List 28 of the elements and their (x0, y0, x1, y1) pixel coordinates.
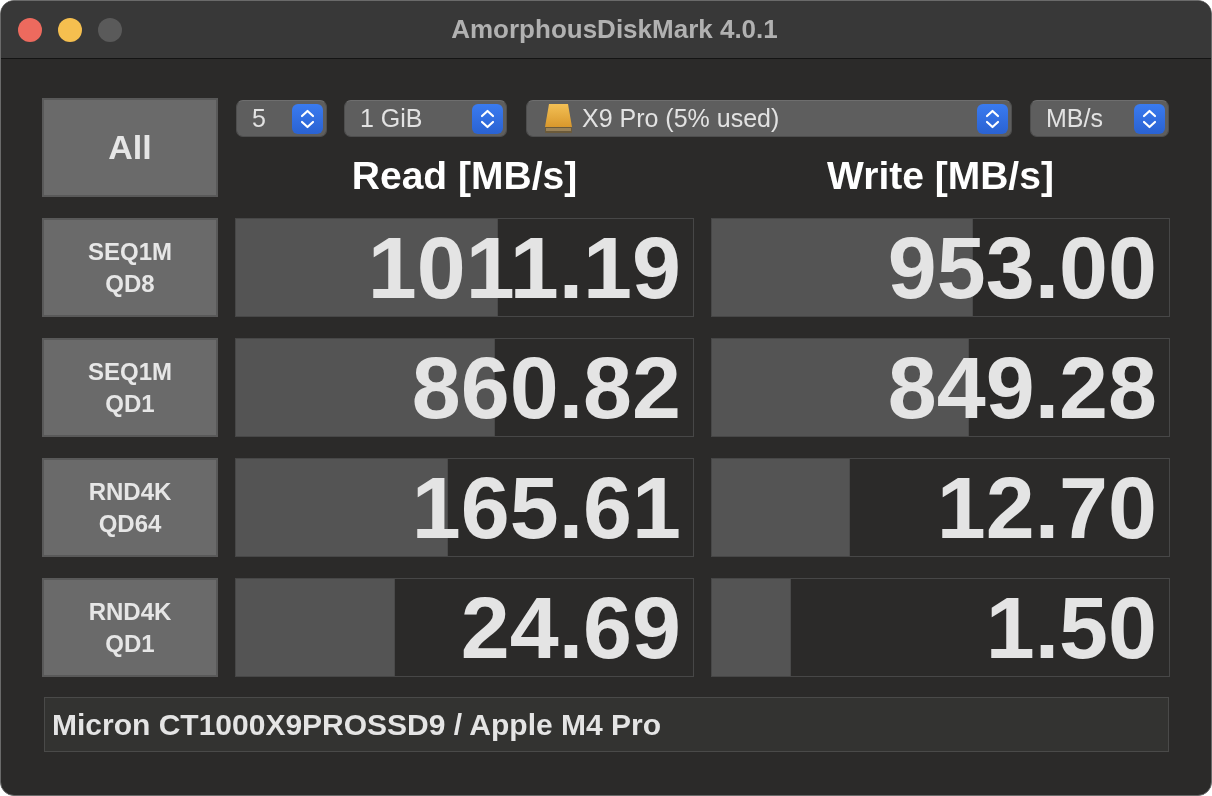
result-value: 953.00 (887, 223, 1157, 312)
test-button[interactable]: RND4K QD64 (42, 458, 218, 557)
up-down-chevron-icon[interactable] (977, 103, 1008, 134)
dropdown[interactable]: 1 GiB (344, 100, 507, 137)
dropdown[interactable]: 5 (236, 100, 327, 137)
test-button[interactable]: SEQ1M QD1 (42, 338, 218, 437)
up-down-chevron-icon[interactable] (472, 103, 503, 134)
test-button[interactable]: RND4K QD1 (42, 578, 218, 677)
result-value: 1011.19 (367, 223, 681, 312)
up-down-chevron-icon[interactable] (1134, 103, 1165, 134)
result-value: 860.82 (411, 343, 681, 432)
column-header: Write [MB/s] (826, 155, 1055, 198)
result-value: 24.69 (460, 583, 681, 672)
close-icon[interactable] (18, 17, 42, 42)
comment-field[interactable]: Micron CT1000X9PROSSD9 / Apple M4 Pro (44, 697, 1169, 752)
test-button[interactable]: SEQ1M QD8 (42, 218, 218, 317)
drive-icon (545, 104, 572, 133)
column-header: Read [MB/s] (350, 155, 579, 198)
all-button[interactable]: All (42, 98, 218, 197)
dropdown[interactable]: MB/s (1030, 100, 1169, 137)
result-value: 1.50 (985, 583, 1157, 672)
dropdown[interactable]: X9 Pro (5% used) (526, 100, 1012, 137)
result-value: 165.61 (411, 463, 681, 552)
result-value: 849.28 (887, 343, 1157, 432)
window-title: AmorphousDiskMark 4.0.1 (451, 13, 778, 46)
result-value: 12.70 (936, 463, 1157, 552)
minimize-icon[interactable] (58, 17, 82, 42)
up-down-chevron-icon[interactable] (292, 103, 323, 134)
